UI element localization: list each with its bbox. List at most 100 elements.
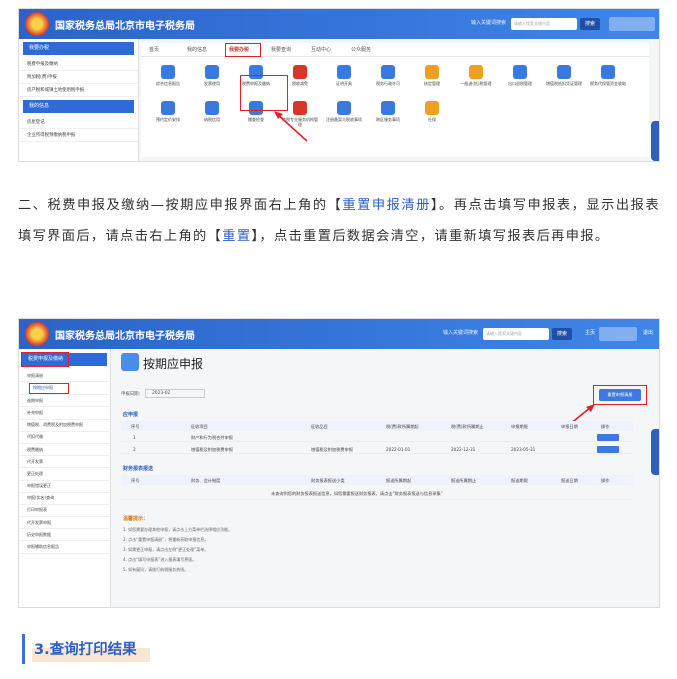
menu-icon-item[interactable]: 证明开具 [325,65,363,86]
main-panel: 首页 我的信息 我要办税 我要查询 互动中心 公众服务 综合信息报告 发票使用 税费… [141,43,649,157]
highlight-box [21,352,69,367]
menu-item-label: 注册备案与税收事项 [326,117,362,122]
menu-item-label: 一般退(抵)税管理 [460,81,492,86]
period-label: 申报日期: [121,392,141,397]
sidebar-item[interactable]: 代扣代缴 [19,432,110,444]
sidebar-item[interactable]: 申报辅助信息报告 [19,541,110,554]
sidebar-item[interactable]: 代开发票申报 [19,517,110,530]
column-header: 操作 [601,424,610,429]
menu-item-icon [513,65,527,79]
menu-item-icon [469,65,483,79]
menu-icon-item[interactable]: 社保 [413,101,451,122]
table-cell: 2023-05-31 [511,447,536,452]
highlight-box [225,43,261,57]
sidebar-item[interactable]: 申报错误更正 [19,481,110,493]
search-button[interactable]: 搜索 [552,328,572,340]
menu-icon-item[interactable]: 发票使用 [193,65,231,86]
menu-icon-item[interactable]: 综合信息报告 [149,65,187,86]
tab-bar: 首页 我的信息 我要办税 我要查询 互动中心 公众服务 [141,43,649,57]
site-header: 国家税务总局北京市电子税务局 输入关键词搜索 请输入搜索关键内容 搜索 [19,9,659,39]
instruction-paragraph: 二、税费申报及缴纳—按期应申报界面右上角的【重置申报清册】。再点击填写申报表，显… [18,190,660,252]
tab-query[interactable]: 我要查询 [271,46,291,53]
menu-icon-item[interactable]: 一般退(抵)税管理 [457,65,495,86]
table-cell: 增值税及附加税费申报 [191,447,233,452]
sidebar-item[interactable]: 打印申报表 [19,505,110,518]
note-line: 3. 如需更正申报，请点击左侧“更正处理”菜单。 [123,547,209,552]
sidebar-item[interactable]: 企业所得税预缴纳税申报 [19,129,138,142]
table-cell: 财产和行为税合并申报 [191,435,233,440]
table-row: 1 财产和行为税合并申报 [121,432,633,442]
menu-item-label: 跨区服务事项 [376,117,400,122]
tab-public[interactable]: 公众服务 [351,46,371,53]
home-link[interactable]: 主页 [585,329,595,336]
column-header: 财务、会计制度 [191,478,221,483]
column-header: 征收品目 [311,424,328,429]
search-button[interactable]: 搜索 [580,18,600,30]
menu-icon-item[interactable]: 税务代保管资金收取 [589,65,627,86]
menu-icon-item[interactable]: 纳税信用 [193,101,231,122]
menu-item-label: 税务行政许可 [376,81,400,86]
table-header: 序号 征收项目 征收品目 税(费)款所属期起 税(费)款所属期止 申报期限 申报日期 操作 [121,421,633,431]
menu-item-label: 证明开具 [336,81,352,86]
page-title: 按期应申报 [143,357,204,371]
empty-message: 未查询到您的财务报表报送信息，如您需要报送财务报表，请点击“财务报表报送与信息采… [271,491,443,496]
column-header: 报送所属期起 [386,478,412,483]
search-input[interactable]: 请输入搜索关键内容 [483,328,549,340]
user-info-blur [599,327,637,341]
fill-declare-button[interactable] [597,434,619,441]
menu-icon-item[interactable]: 预约定价安排 [149,101,187,122]
table-cell: 2022-01-01 [386,447,411,452]
column-header: 税(费)款所属期止 [451,424,484,429]
screenshot-tax-menu: 国家税务总局北京市电子税务局 输入关键词搜索 请输入搜索关键内容 搜索 我要办税… [18,8,660,162]
sidebar: 我要办税 税费申报及缴纳 附加税(费)申报 房产税和城镇土地使用税申报 我的信息… [19,39,139,161]
sidebar-item[interactable]: 房产税和城镇土地使用税申报 [19,84,138,97]
menu-item-icon [337,65,351,79]
sidebar-item[interactable]: 补充申报 [19,407,110,420]
sidebar-item[interactable]: 代开发票 [19,456,110,469]
highlight-box [240,75,288,111]
menu-icon-item[interactable]: 税务行政许可 [369,65,407,86]
tab-my-info[interactable]: 我的信息 [187,46,207,53]
sidebar-heading[interactable]: 我要办税 [23,42,134,55]
column-header: 征收项目 [191,424,208,429]
sidebar-item[interactable]: 附加税(费)申报 [19,71,138,84]
menu-item-label: 社保 [428,117,436,122]
tax-emblem-icon [25,322,49,346]
highlight-box [593,385,647,405]
menu-icon-item[interactable]: 注册备案与税收事项 [325,101,363,122]
sidebar-item[interactable]: 申报清册 [19,370,110,383]
menu-icon-item[interactable]: 增值税抵扣凭证管理 [545,65,583,86]
sidebar-item[interactable]: 税费申报及缴纳 [19,58,138,71]
note-line: 5. 如有疑问，请拨打纳税服务热线。 [123,567,189,572]
tab-interact[interactable]: 互动中心 [311,46,331,53]
side-float-tab[interactable] [651,121,659,161]
sidebar-item[interactable]: 房屋登记 [19,116,138,129]
table-cell: 2022-12-31 [451,447,476,452]
menu-item-icon [205,101,219,115]
search-input[interactable]: 请输入搜索关键内容 [511,18,577,30]
highlight-box [29,383,69,394]
sidebar-item[interactable]: 申报(实名)查询 [19,493,110,505]
menu-icon-item[interactable]: 跨区服务事项 [369,101,407,122]
menu-item-icon [293,65,307,79]
menu-icon-item[interactable]: 出口退税管理 [501,65,539,86]
sidebar-heading[interactable]: 我的信息 [23,100,134,113]
column-header: 操作 [601,478,610,483]
sidebar-item[interactable]: 历史申报数据 [19,529,110,542]
sidebar-item[interactable]: 税费缴纳 [19,444,110,457]
sidebar-item[interactable]: 逾期申报 [19,395,110,408]
exit-link[interactable]: 退出 [643,329,653,336]
menu-item-label: 出口退税管理 [508,81,532,86]
sidebar-item[interactable]: 增值税、消费税及附加税费申报 [19,420,110,432]
table-cell: 1 [133,435,136,440]
side-float-tab[interactable] [651,429,659,475]
period-field[interactable]: 2023-02 [145,389,205,398]
menu-item-label: 核定管理 [424,81,440,86]
menu-icon-item[interactable]: 核定管理 [413,65,451,86]
heading-bar [22,634,25,664]
notes-title: 温馨提示： [123,516,149,522]
menu-item-icon [381,65,395,79]
fill-declare-button[interactable] [597,446,619,453]
sidebar-item[interactable]: 更正处理 [19,468,110,481]
tab-home[interactable]: 首页 [149,46,159,53]
